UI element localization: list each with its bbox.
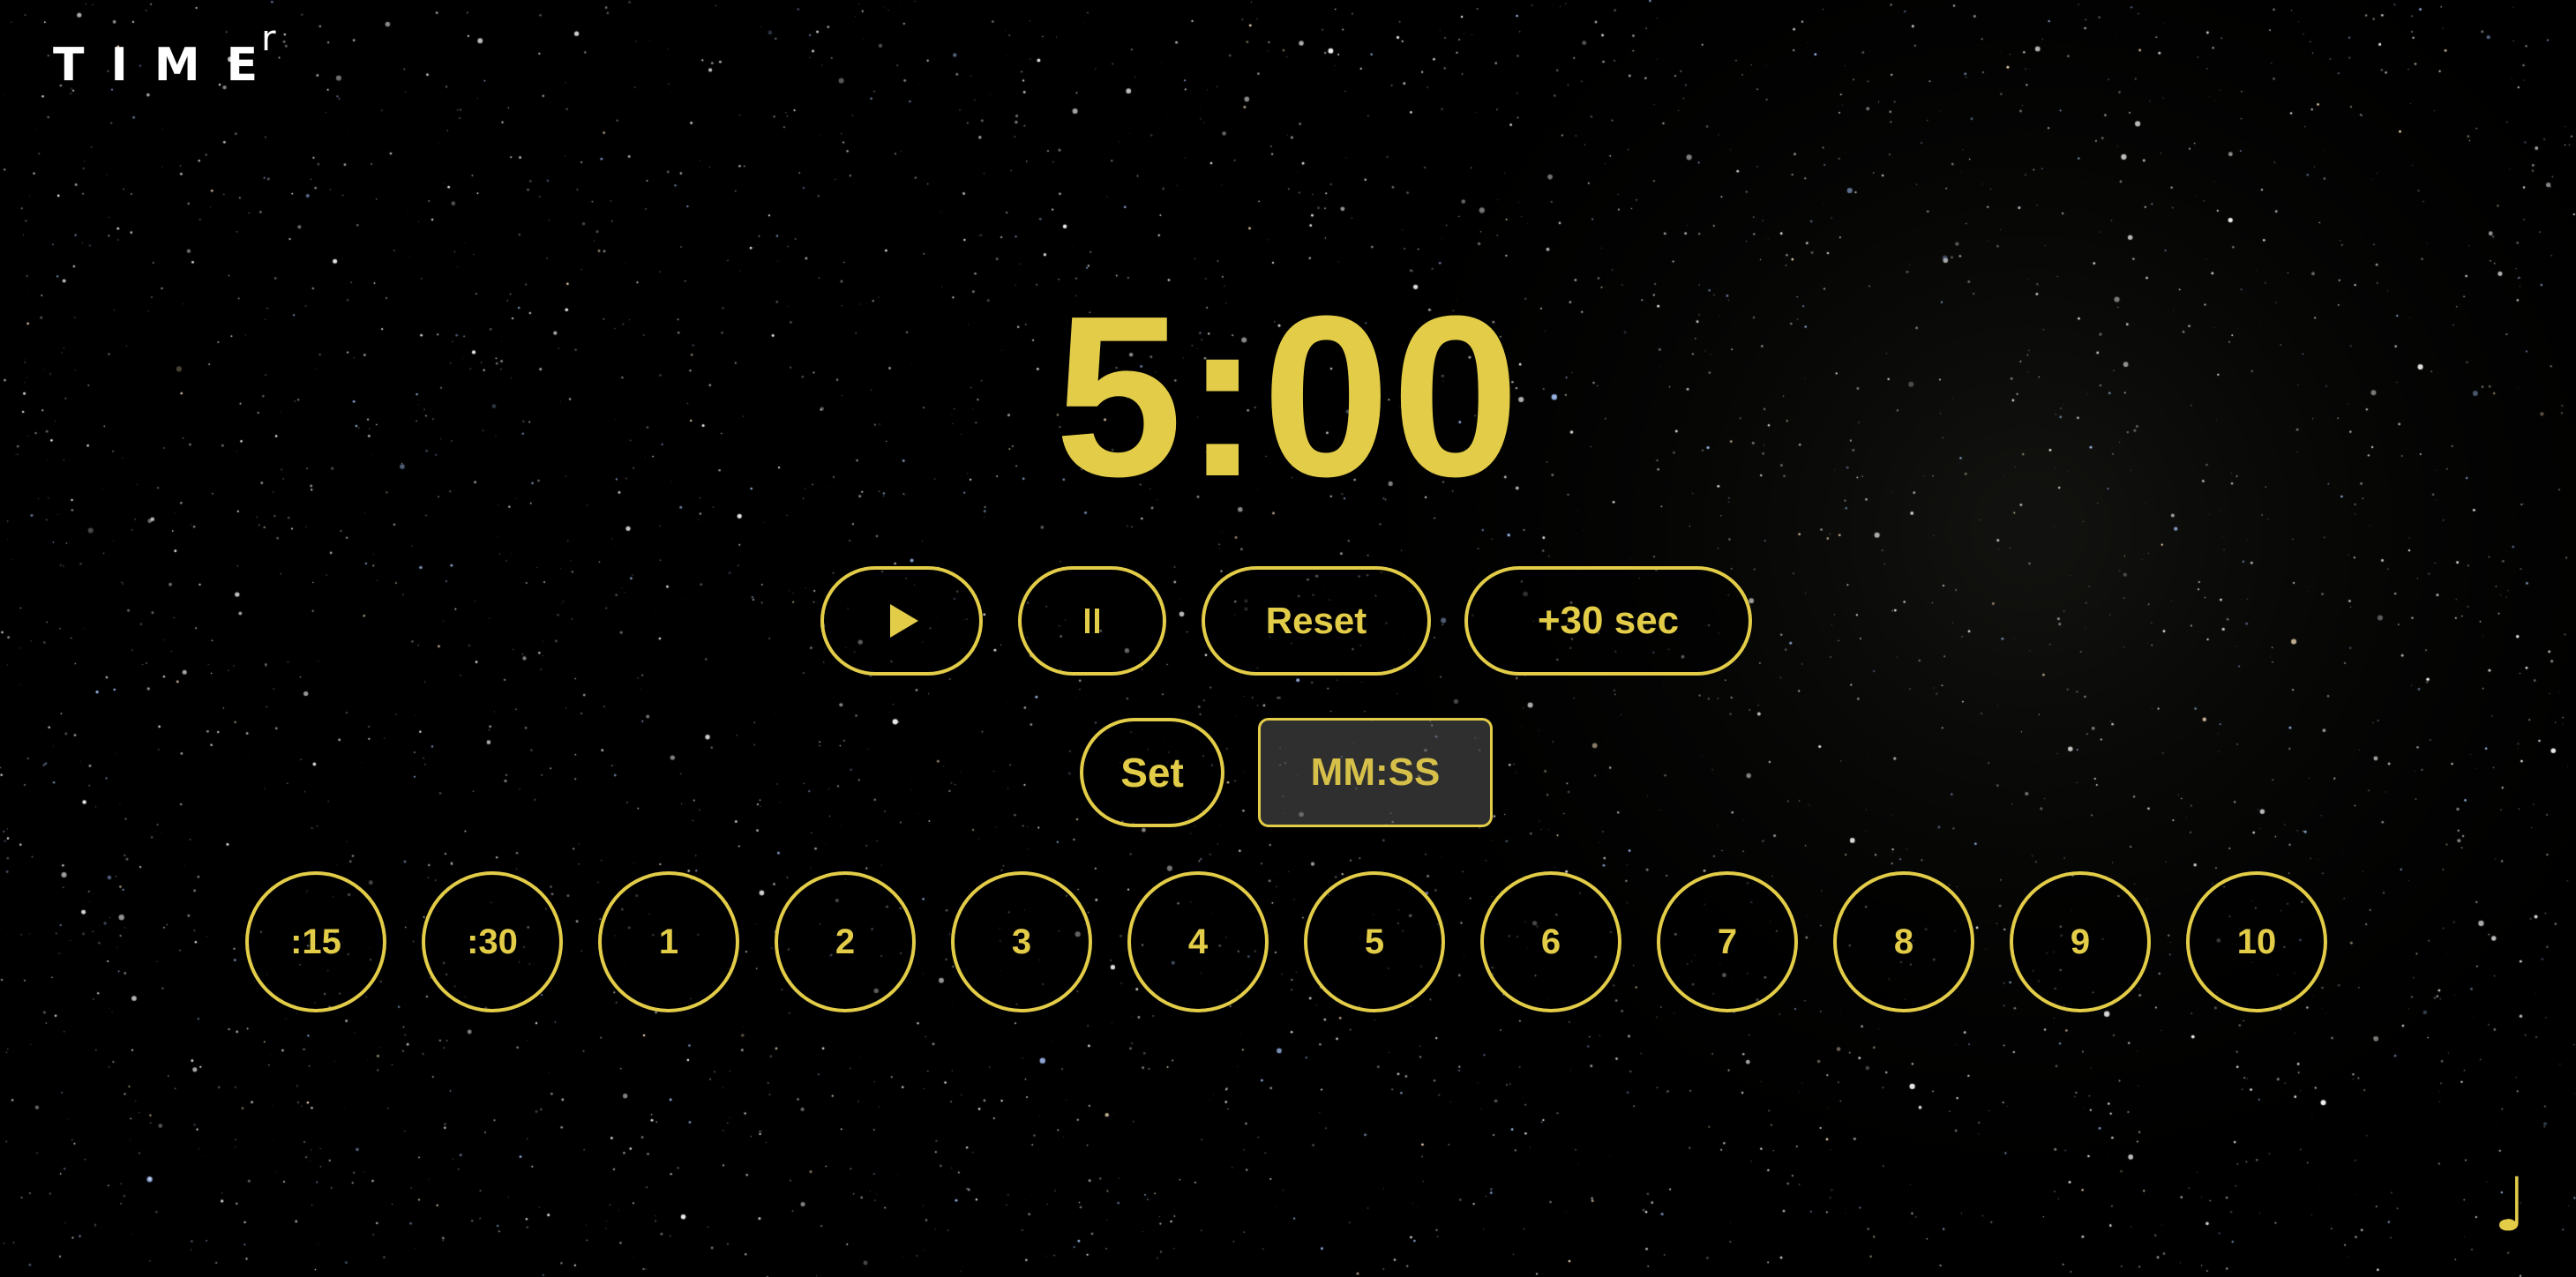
add-30-sec-button[interactable]: +30 sec (1464, 566, 1752, 676)
app-logo: TIMEr (53, 21, 299, 88)
time-input[interactable] (1258, 718, 1493, 827)
play-icon (890, 604, 918, 638)
preset-button[interactable]: 6 (1480, 871, 1621, 1012)
timer-display: 5:00 (1054, 269, 1522, 525)
preset-button[interactable]: 1 (598, 871, 739, 1012)
logo-superscript: r (261, 19, 276, 59)
preset-button[interactable]: :15 (245, 871, 386, 1012)
preset-button[interactable]: 9 (2010, 871, 2151, 1012)
preset-button[interactable]: :30 (422, 871, 563, 1012)
play-button[interactable] (820, 566, 983, 676)
preset-button[interactable]: 3 (951, 871, 1092, 1012)
preset-button[interactable]: 2 (775, 871, 916, 1012)
music-note-icon[interactable]: ♩ (2493, 1168, 2528, 1242)
preset-button[interactable]: 7 (1657, 871, 1798, 1012)
preset-button[interactable]: 10 (2186, 871, 2327, 1012)
pause-button[interactable] (1018, 566, 1166, 676)
set-button[interactable]: Set (1080, 718, 1224, 827)
reset-button[interactable]: Reset (1202, 566, 1431, 676)
preset-button[interactable]: 8 (1833, 871, 1974, 1012)
preset-button[interactable]: 5 (1304, 871, 1445, 1012)
logo-text: TIME (53, 39, 285, 92)
preset-button[interactable]: 4 (1127, 871, 1269, 1012)
pause-icon (1085, 609, 1099, 633)
